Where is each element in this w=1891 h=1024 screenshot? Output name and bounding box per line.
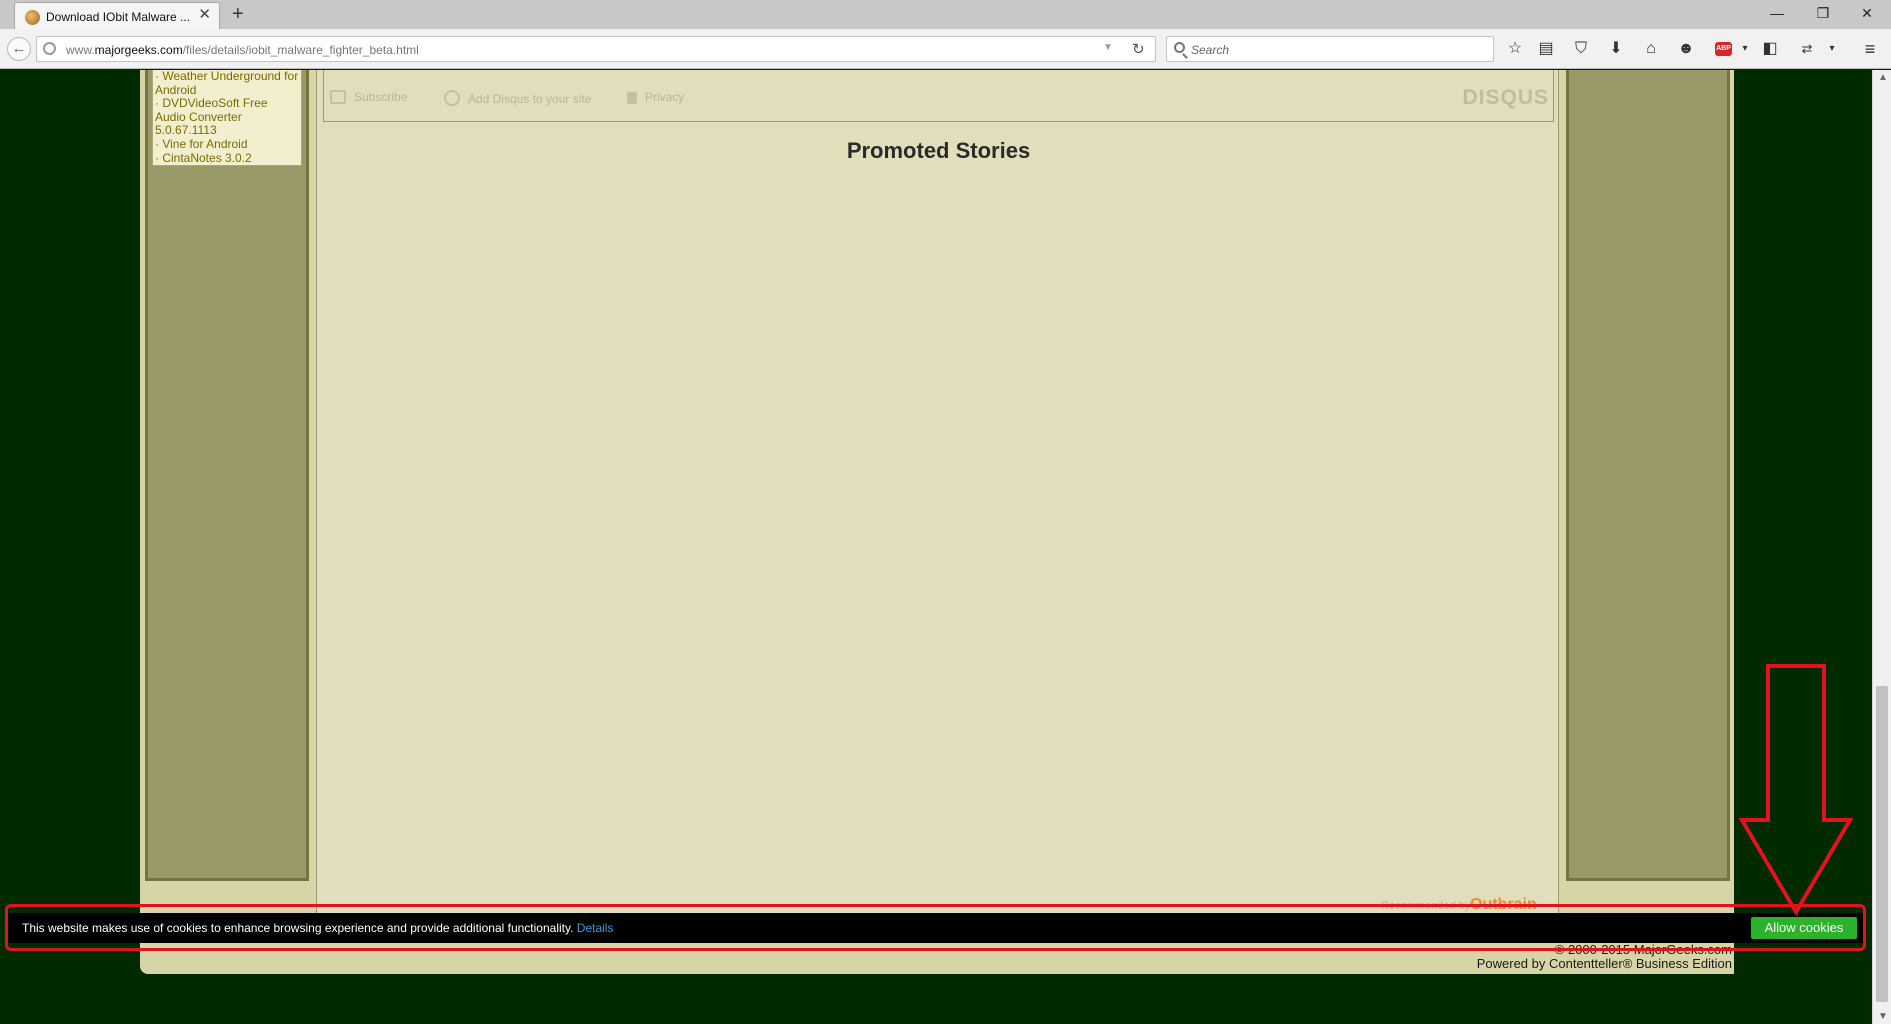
envelope-icon (330, 90, 346, 104)
disqus-footer: Subscribe Add Disqus to your site Privac… (323, 70, 1554, 122)
star-icon[interactable]: ☆ (1503, 38, 1527, 60)
main-content: Subscribe Add Disqus to your site Privac… (316, 70, 1559, 937)
pocket-icon[interactable]: ⛉ (1569, 38, 1593, 60)
subscribe-link[interactable]: Subscribe (330, 90, 407, 104)
annotation-outline (5, 904, 1866, 951)
search-bar[interactable]: Search (1166, 36, 1494, 62)
browser-tab[interactable]: Download IObit Malware ... ✕ (14, 2, 220, 29)
menu-icon[interactable]: ≡ (1858, 38, 1882, 60)
annotation-arrow-icon (1738, 664, 1854, 916)
right-sidebar (1566, 70, 1730, 881)
scrollbar-thumb[interactable] (1876, 686, 1888, 1002)
lock-icon (627, 92, 637, 104)
disqus-logo[interactable]: DISQUS (1462, 86, 1549, 110)
favicon-icon (25, 10, 40, 25)
adblock-dropdown-icon[interactable]: ▾ (1733, 38, 1757, 60)
recent-downloads-list: · Weather Underground for Android · DVDV… (152, 70, 302, 166)
list-item[interactable]: · Vine for Android (155, 137, 299, 152)
list-item[interactable]: · CintaNotes 3.0.2 (155, 151, 299, 166)
privacy-link[interactable]: Privacy (627, 90, 684, 104)
search-placeholder: Search (1191, 43, 1230, 57)
chat-icon[interactable]: ☻ (1674, 38, 1698, 60)
tab-title: Download IObit Malware ... (46, 10, 191, 24)
promoted-stories-heading: Promoted Stories (846, 138, 1031, 163)
list-item[interactable]: · Weather Underground for Android (155, 70, 299, 97)
back-arrow-icon[interactable]: ← (7, 37, 31, 61)
add-disqus-link[interactable]: Add Disqus to your site (444, 90, 591, 106)
home-icon[interactable]: ⌂ (1639, 38, 1663, 60)
powered-by-text: Powered by Contentteller® Business Editi… (1476, 956, 1732, 971)
close-window-button[interactable]: ✕ (1852, 3, 1882, 23)
url-text[interactable]: www.majorgeeks.com/files/details/iobit_m… (66, 43, 419, 57)
list-item[interactable]: · DVDVideoSoft Free Audio Converter 5.0.… (155, 96, 299, 138)
restore-button[interactable]: ❐ (1808, 3, 1838, 23)
download-icon[interactable]: ⬇ (1604, 38, 1628, 60)
sync-dropdown-icon[interactable]: ▾ (1820, 38, 1844, 60)
close-tab-icon[interactable]: ✕ (198, 7, 211, 23)
reading-list-icon[interactable]: ▤ (1534, 38, 1558, 60)
navigation-toolbar: ← www.majorgeeks.com/files/details/iobit… (0, 29, 1891, 69)
scroll-up-icon[interactable]: ▲ (1878, 72, 1888, 83)
site-info-icon[interactable] (43, 42, 56, 55)
tab-strip: Download IObit Malware ... ✕ + — ❐ ✕ (0, 0, 1891, 29)
left-sidebar: · Weather Underground for Android · DVDV… (145, 70, 309, 881)
page-viewport: · Weather Underground for Android · DVDV… (0, 70, 1872, 1024)
sync-icon[interactable]: ⇄ (1795, 38, 1819, 60)
disqus-icon (444, 90, 460, 106)
url-bar[interactable]: www.majorgeeks.com/files/details/iobit_m… (36, 36, 1156, 62)
reload-icon[interactable]: ↻ (1132, 40, 1145, 58)
minimize-button[interactable]: — (1762, 3, 1792, 23)
new-tab-button[interactable]: + (232, 3, 244, 25)
search-icon (1174, 42, 1185, 53)
screenshot-icon[interactable]: ◧ (1758, 38, 1782, 60)
vertical-scrollbar[interactable]: ▲ ▼ (1872, 70, 1891, 1024)
url-dropdown-icon[interactable]: ▼ (1103, 42, 1113, 53)
adblock-icon[interactable]: ABP (1715, 42, 1732, 56)
scroll-down-icon[interactable]: ▼ (1878, 1011, 1888, 1022)
